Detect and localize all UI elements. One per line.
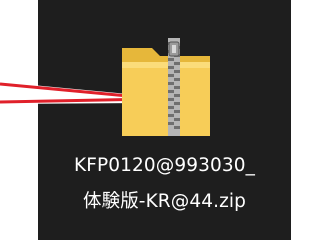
file-name-label[interactable]: KFP0120@993030_ 体験版-KR@44.zip: [38, 148, 291, 220]
desktop-area: KFP0120@993030_ 体験版-KR@44.zip: [0, 0, 291, 240]
file-name-line-1: KFP0120@993030_: [74, 155, 255, 176]
zip-file-item[interactable]: [112, 38, 222, 148]
zip-folder-icon: [122, 38, 210, 136]
file-name-line-2: 体験版-KR@44.zip: [83, 191, 246, 212]
